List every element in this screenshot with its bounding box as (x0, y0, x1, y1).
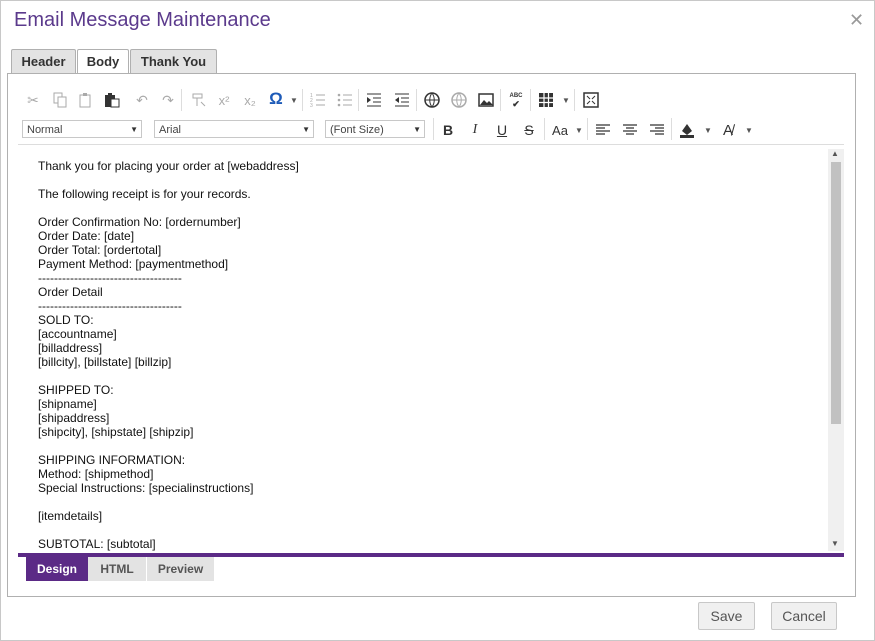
fore-color-icon[interactable]: A̸ (718, 120, 738, 140)
font-name-select[interactable]: Arial ▼ (154, 120, 314, 138)
body-line: Method: [shipmethod] (38, 467, 154, 481)
body-line: SUBTOTAL: [subtotal] (38, 537, 156, 551)
insert-symbol-icon[interactable]: Ω (266, 89, 286, 109)
redo-icon[interactable]: ↷ (158, 90, 178, 110)
body-line: ------------------------------------ (38, 271, 182, 285)
mode-tab-design[interactable]: Design (26, 557, 88, 581)
format-stripper-icon[interactable] (189, 90, 209, 110)
paste-from-word-icon[interactable] (102, 90, 122, 110)
insert-link-icon[interactable] (422, 90, 442, 110)
chevron-down-icon: ▼ (130, 125, 138, 134)
paste-icon[interactable] (76, 90, 96, 110)
align-center-icon[interactable] (620, 120, 640, 140)
save-button[interactable]: Save (698, 602, 755, 630)
body-line (38, 369, 299, 383)
cut-icon[interactable]: ✂ (23, 90, 43, 110)
body-line: [billaddress] (38, 341, 103, 355)
image-icon[interactable] (476, 90, 496, 110)
cancel-button[interactable]: Cancel (771, 602, 837, 630)
fullscreen-icon[interactable] (581, 90, 601, 110)
body-line: Order Date: [date] (38, 229, 135, 243)
spellcheck-icon[interactable]: ABC ✔ (506, 90, 526, 110)
numbered-list-icon[interactable]: 123 (308, 90, 328, 110)
editor-panel: ✂ ↶ ↷ x² x₂ Ω ▼ 123 ABC ✔ ▼ Normal ▼ Ari… (7, 73, 856, 597)
italic-button[interactable]: I (465, 120, 485, 140)
symbol-dropdown-icon[interactable]: ▼ (290, 96, 298, 105)
body-line (38, 201, 299, 215)
superscript-icon[interactable]: x² (214, 90, 234, 110)
outdent-icon[interactable] (392, 90, 412, 110)
editor-toolbar: ✂ ↶ ↷ x² x₂ Ω ▼ 123 ABC ✔ ▼ Normal ▼ Ari… (18, 86, 844, 146)
underline-button[interactable]: U (492, 120, 512, 140)
table-icon[interactable] (536, 90, 556, 110)
mode-tab-html[interactable]: HTML (88, 557, 147, 581)
body-line: Payment Method: [paymentmethod] (38, 257, 229, 271)
editor-content-area[interactable]: Thank you for placing your order at [web… (18, 144, 844, 555)
body-line: [shipname] (38, 397, 97, 411)
case-dropdown-icon[interactable]: ▼ (575, 126, 583, 135)
body-line (38, 439, 299, 453)
body-line: ------------------------------------ (38, 299, 182, 313)
body-line: [billcity], [billstate] [billzip] (38, 355, 172, 369)
case-icon[interactable]: Aa (550, 120, 570, 140)
body-line: [shipcity], [shipstate] [shipzip] (38, 425, 194, 439)
email-body-text[interactable]: Thank you for placing your order at [web… (38, 159, 299, 551)
svg-text:3: 3 (310, 103, 313, 108)
align-right-icon[interactable] (647, 120, 667, 140)
dialog-title: Email Message Maintenance (14, 9, 271, 31)
scroll-up-icon[interactable]: ▲ (831, 149, 839, 158)
vertical-scrollbar[interactable]: ▲ ▼ (828, 149, 844, 551)
bullet-list-icon[interactable] (335, 90, 355, 110)
align-left-icon[interactable] (593, 120, 613, 140)
table-dropdown-icon[interactable]: ▼ (562, 96, 570, 105)
body-line: Order Confirmation No: [ordernumber] (38, 215, 241, 229)
remove-link-icon[interactable] (449, 90, 469, 110)
chevron-down-icon: ▼ (413, 125, 421, 134)
tab-header[interactable]: Header (11, 49, 76, 73)
body-line: [accountname] (38, 327, 117, 341)
dialog: Email Message Maintenance ✕ Header Body … (0, 0, 875, 641)
bold-button[interactable]: B (438, 120, 458, 140)
strikethrough-button[interactable]: S (519, 120, 539, 140)
body-line: The following receipt is for your record… (38, 187, 251, 201)
subscript-icon[interactable]: x₂ (240, 90, 260, 110)
paragraph-style-select[interactable]: Normal ▼ (22, 120, 142, 138)
tab-body[interactable]: Body (77, 49, 129, 75)
body-line: [shipaddress] (38, 411, 110, 425)
body-line: Thank you for placing your order at [web… (38, 159, 299, 173)
body-line: Special Instructions: [specialinstructio… (38, 481, 254, 495)
background-color-dropdown-icon[interactable]: ▼ (704, 126, 712, 135)
fore-color-dropdown-icon[interactable]: ▼ (745, 126, 753, 135)
body-line: Order Detail (38, 285, 103, 299)
font-size-select[interactable]: (Font Size) ▼ (325, 120, 425, 138)
body-line (38, 173, 299, 187)
background-color-icon[interactable] (677, 120, 697, 140)
tab-thank-you[interactable]: Thank You (130, 49, 217, 73)
scroll-down-icon[interactable]: ▼ (831, 539, 839, 548)
copy-icon[interactable] (50, 90, 70, 110)
body-line: SHIPPED TO: (38, 383, 114, 397)
body-line (38, 495, 299, 509)
mode-tab-preview[interactable]: Preview (147, 557, 215, 581)
close-icon[interactable]: ✕ (849, 11, 864, 29)
body-line: SOLD TO: (38, 313, 94, 327)
body-line (38, 523, 299, 537)
body-line: SHIPPING INFORMATION: (38, 453, 186, 467)
chevron-down-icon: ▼ (302, 125, 310, 134)
body-line: [itemdetails] (38, 509, 103, 523)
scrollbar-thumb[interactable] (831, 162, 841, 424)
body-line: Order Total: [ordertotal] (38, 243, 162, 257)
undo-icon[interactable]: ↶ (132, 90, 152, 110)
indent-icon[interactable] (364, 90, 384, 110)
